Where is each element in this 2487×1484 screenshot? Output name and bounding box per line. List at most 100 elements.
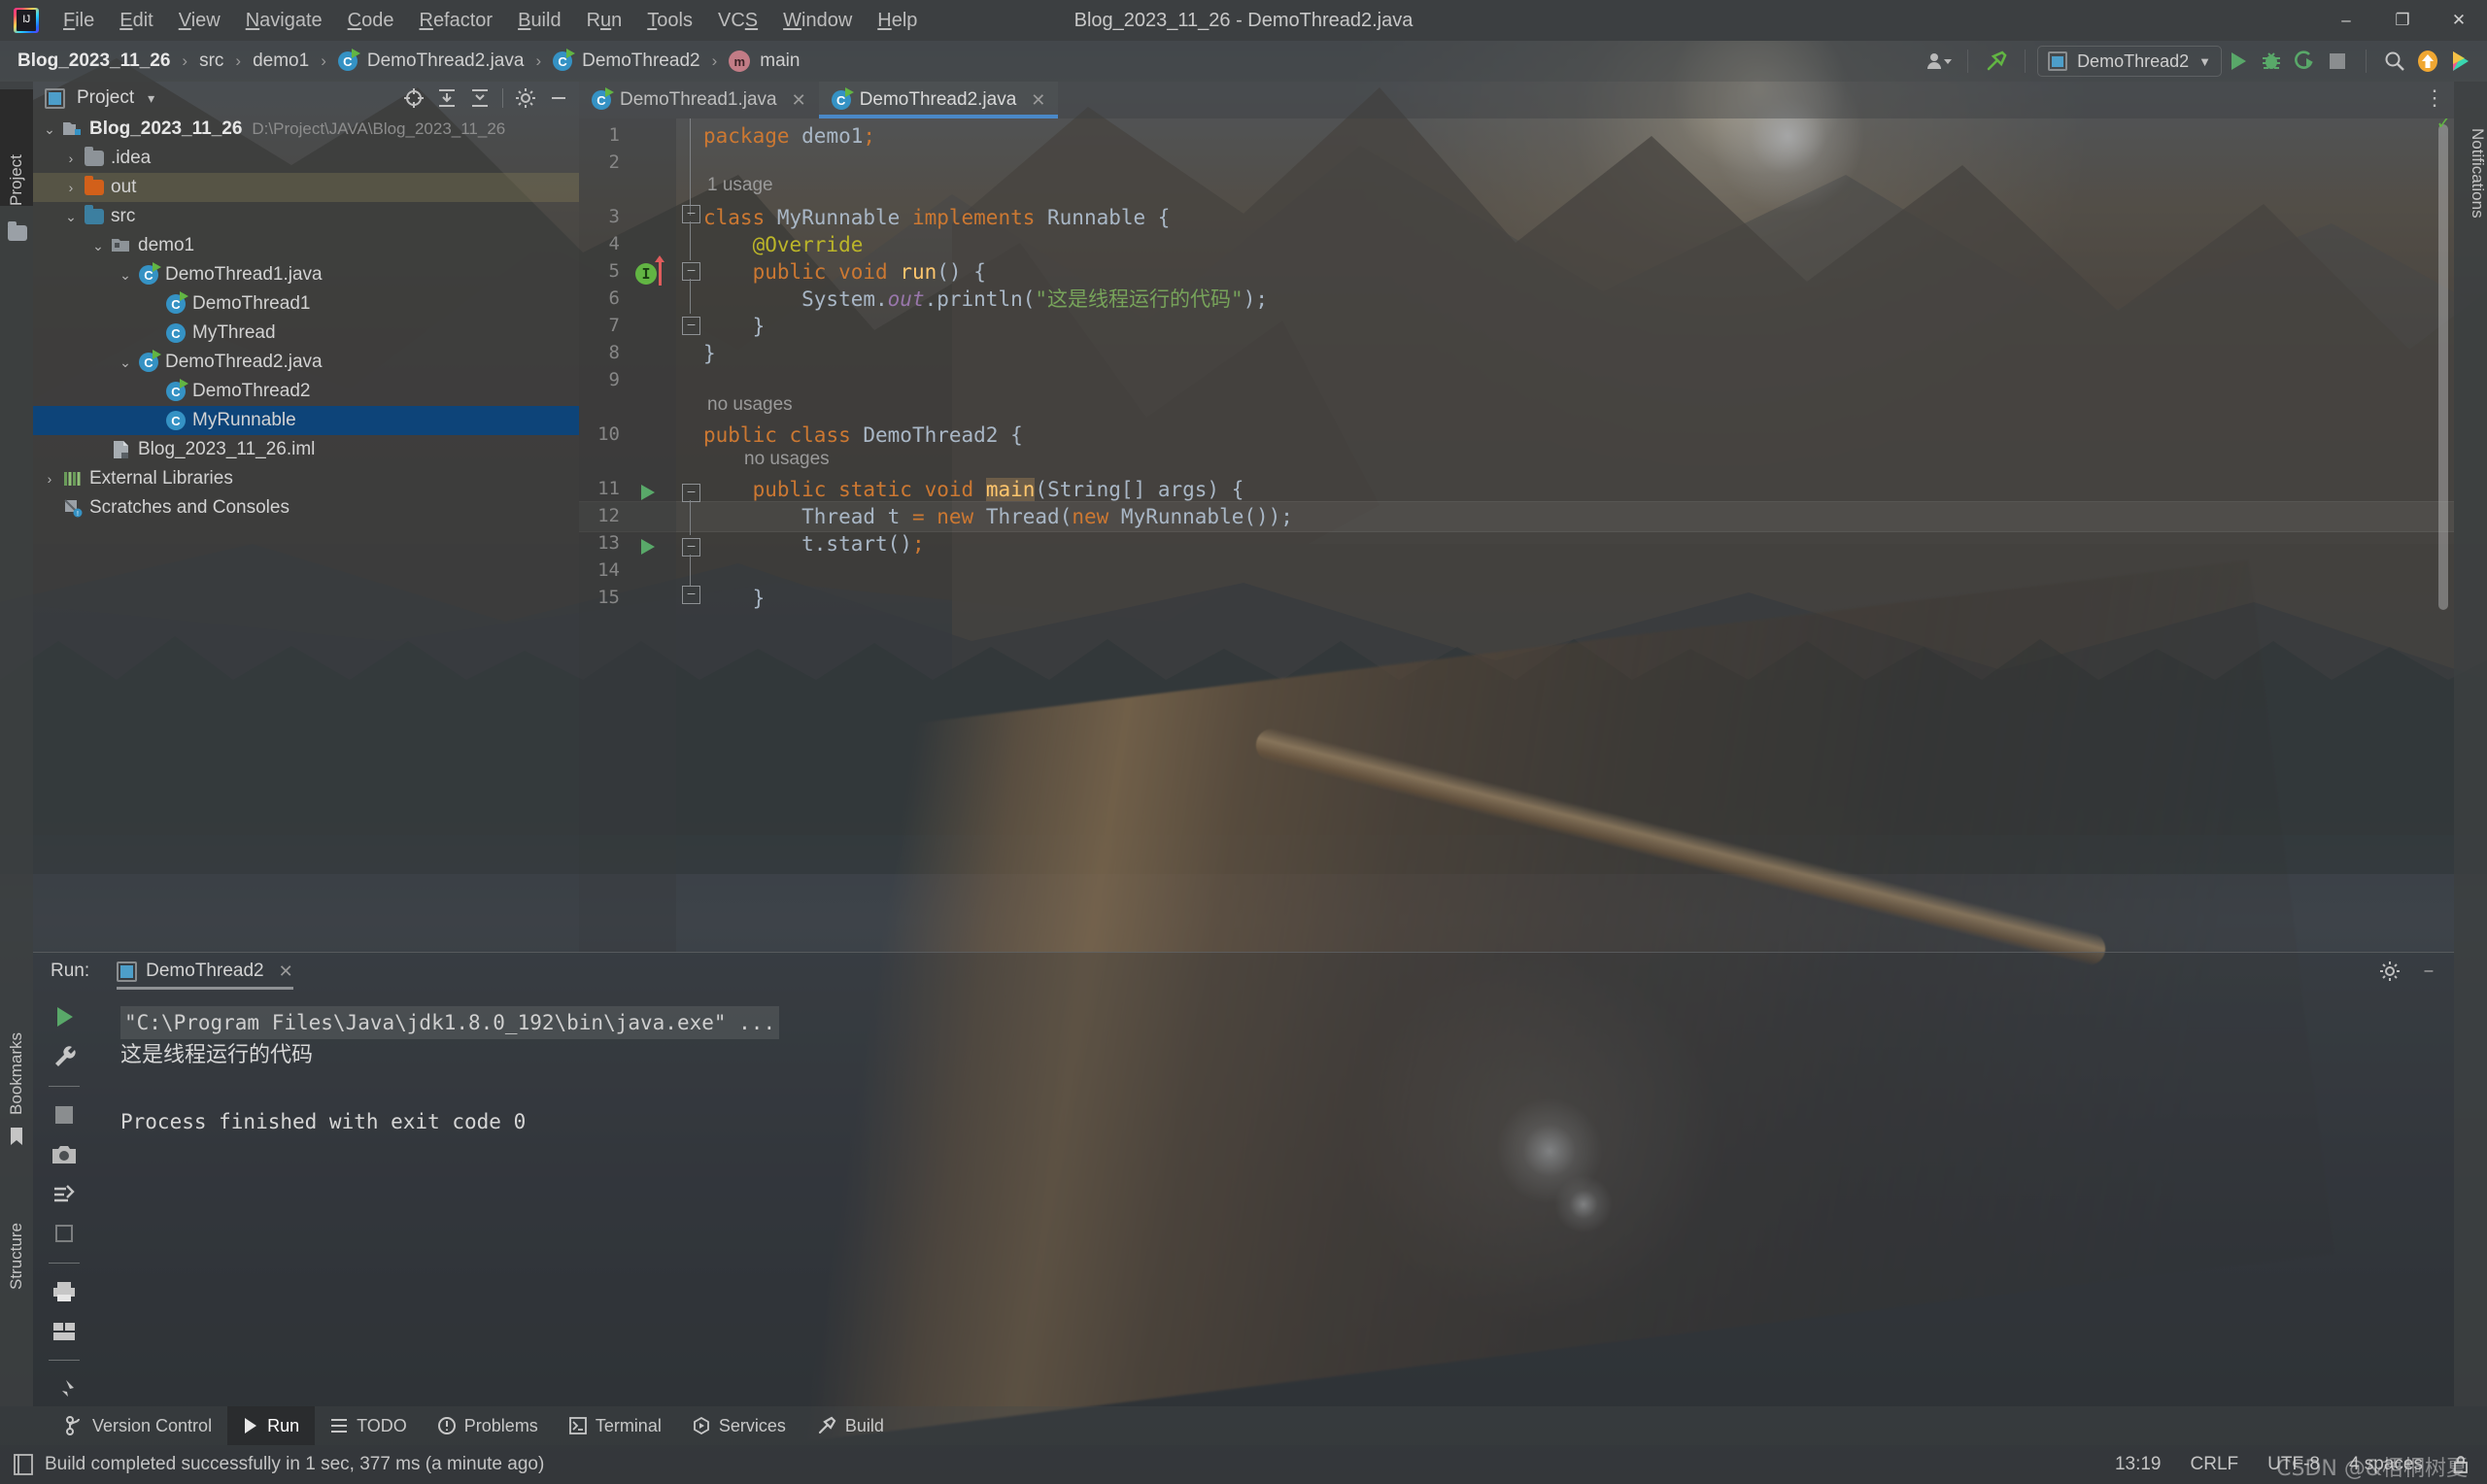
menu-item-vcs[interactable]: VCS — [705, 0, 770, 41]
lock-icon[interactable] — [2452, 1455, 2470, 1474]
hide-panel-icon[interactable] — [544, 84, 573, 112]
editor-gutter[interactable]: 1 2 3 4 5 6 7 8 9 10 11 12 13 14 15 I — [579, 118, 676, 952]
code-text-area[interactable]: 1 usage no usages no usages package demo… — [703, 118, 2454, 952]
fold-marker[interactable]: – — [682, 538, 700, 556]
menu-item-window[interactable]: Window — [770, 0, 865, 41]
editor-tab-demothread2[interactable]: C DemoThread2.java ✕ — [818, 82, 1059, 118]
chevron-right-icon[interactable]: › — [39, 471, 60, 487]
editor-tab-demothread1[interactable]: C DemoThread1.java ✕ — [579, 82, 819, 118]
camera-icon[interactable] — [45, 1137, 84, 1171]
bottom-item-run[interactable]: Run — [227, 1406, 316, 1445]
gear-icon[interactable] — [2374, 957, 2405, 986]
tree-item-src[interactable]: ⌄ src — [33, 202, 579, 231]
hide-panel-icon[interactable]: – — [2413, 957, 2444, 986]
fold-marker[interactable]: – — [682, 262, 700, 281]
inspection-status-icon[interactable]: ✓ — [2437, 118, 2450, 135]
tree-item-demo1[interactable]: ⌄ demo1 — [33, 231, 579, 260]
editor-vertical-scrollbar[interactable] — [2438, 124, 2448, 610]
usage-hint[interactable]: no usages — [707, 394, 793, 416]
chevron-down-icon[interactable]: ⌄ — [115, 267, 136, 284]
debug-button[interactable] — [2255, 47, 2288, 76]
menu-item-file[interactable]: File — [51, 0, 107, 41]
stop-button[interactable] — [2321, 47, 2354, 76]
tree-item-external-libraries[interactable]: › External Libraries — [33, 464, 579, 493]
usage-hint[interactable]: no usages — [744, 449, 830, 470]
maximize-button[interactable]: ❐ — [2374, 0, 2431, 41]
bottom-item-terminal[interactable]: Terminal — [554, 1406, 677, 1445]
bottom-item-services[interactable]: Services — [677, 1406, 801, 1445]
collapse-all-icon[interactable] — [465, 84, 494, 112]
run-main-gutter-icon[interactable] — [641, 539, 655, 555]
bottom-item-problems[interactable]: Problems — [423, 1406, 554, 1445]
implementing-method-gutter-icon[interactable]: I — [635, 263, 657, 285]
menu-item-run[interactable]: Run — [574, 0, 635, 41]
run-console-output[interactable]: "C:\Program Files\Java\jdk1.8.0_192\bin\… — [95, 989, 2454, 1406]
search-icon[interactable] — [2378, 47, 2411, 76]
update-project-icon[interactable] — [2411, 47, 2444, 76]
fold-marker[interactable]: – — [682, 205, 700, 223]
soft-wrap-icon[interactable] — [45, 1315, 84, 1349]
chevron-right-icon[interactable]: › — [60, 151, 82, 166]
menu-item-edit[interactable]: Edit — [107, 0, 165, 41]
build-hammer-icon[interactable] — [1980, 47, 2013, 76]
close-icon[interactable]: ✕ — [792, 90, 806, 111]
stop-icon[interactable] — [45, 1098, 84, 1132]
tree-item-demothread1-java[interactable]: ⌄ C DemoThread1.java — [33, 260, 579, 289]
breadcrumb-demothread2-file[interactable]: C DemoThread2.java — [337, 49, 524, 72]
tree-item-myrunnable-class[interactable]: . C MyRunnable — [33, 406, 579, 435]
sidebar-item-structure[interactable]: Structure — [0, 1144, 33, 1290]
usage-hint[interactable]: 1 usage — [707, 175, 773, 196]
status-line-separator[interactable]: CRLF — [2191, 1454, 2239, 1475]
chevron-down-icon[interactable]: ⌄ — [39, 121, 60, 138]
chevron-down-icon[interactable]: ⌄ — [60, 209, 82, 225]
sidebar-item-notifications[interactable]: Notifications — [2454, 128, 2487, 342]
bottom-item-build[interactable]: Build — [801, 1406, 900, 1445]
print-icon[interactable] — [45, 1275, 84, 1309]
code-folding-column[interactable]: – – – – – – — [676, 118, 703, 952]
ide-assistant-icon[interactable] — [2444, 47, 2477, 76]
menu-item-code[interactable]: Code — [335, 0, 407, 41]
tree-item-out[interactable]: › out — [33, 173, 579, 202]
menu-item-help[interactable]: Help — [865, 0, 930, 41]
tree-item-mythread-class[interactable]: . C MyThread — [33, 319, 579, 348]
tree-item-demothread2-java[interactable]: ⌄ C DemoThread2.java — [33, 348, 579, 377]
menu-item-tools[interactable]: Tools — [634, 0, 705, 41]
menu-item-navigate[interactable]: Navigate — [233, 0, 335, 41]
fold-marker[interactable]: – — [682, 317, 700, 335]
bookmark-flag-icon[interactable] — [8, 1127, 25, 1146]
menu-item-view[interactable]: View — [166, 0, 233, 41]
bottom-item-todo[interactable]: TODO — [315, 1406, 423, 1445]
expand-all-icon[interactable] — [432, 84, 461, 112]
run-configuration-selector[interactable]: DemoThread2 ▼ — [2037, 46, 2222, 77]
breadcrumb-main-method[interactable]: m main — [729, 51, 800, 72]
breadcrumb-src[interactable]: src — [199, 51, 223, 72]
fold-marker[interactable]: – — [682, 484, 700, 502]
project-tree[interactable]: ⌄ Blog_2023_11_26 D:\Project\JAVA\Blog_2… — [33, 115, 579, 952]
breadcrumb-project[interactable]: Blog_2023_11_26 — [17, 51, 170, 72]
run-button[interactable] — [2222, 47, 2255, 76]
close-icon[interactable]: ✕ — [279, 961, 293, 982]
tree-item-project-root[interactable]: ⌄ Blog_2023_11_26 D:\Project\JAVA\Blog_2… — [33, 115, 579, 144]
chevron-down-icon[interactable]: ⌄ — [115, 354, 136, 371]
code-editor[interactable]: 1 2 3 4 5 6 7 8 9 10 11 12 13 14 15 I – … — [579, 118, 2454, 952]
tree-item-demothread1-class[interactable]: . C DemoThread1 — [33, 289, 579, 319]
fold-marker[interactable]: – — [682, 586, 700, 604]
tree-item-demothread2-class[interactable]: . C DemoThread2 — [33, 377, 579, 406]
breadcrumb-demo1[interactable]: demo1 — [253, 51, 309, 72]
tree-item-scratches-and-consoles[interactable]: . ! Scratches and Consoles — [33, 493, 579, 523]
editor-tab-options-icon[interactable]: ⋮ — [2424, 85, 2448, 111]
close-button[interactable]: ✕ — [2431, 0, 2487, 41]
status-indent[interactable]: 4 spaces — [2349, 1454, 2423, 1475]
user-account-icon[interactable] — [1923, 47, 1956, 76]
restore-layout-icon[interactable] — [45, 1217, 84, 1251]
status-encoding[interactable]: UTF-8 — [2267, 1454, 2320, 1475]
close-icon[interactable]: ✕ — [1031, 90, 1045, 111]
rerun-icon[interactable] — [45, 1000, 84, 1034]
breadcrumb-demothread2-class[interactable]: C DemoThread2 — [553, 49, 700, 72]
menu-item-refactor[interactable]: Refactor — [406, 0, 505, 41]
chevron-right-icon[interactable]: › — [60, 180, 82, 195]
bottom-item-version-control[interactable]: Version Control — [51, 1406, 227, 1445]
chevron-down-icon[interactable]: ⌄ — [87, 238, 109, 254]
select-opened-file-icon[interactable] — [399, 84, 428, 112]
left-strip-folder-icon[interactable] — [8, 221, 27, 241]
